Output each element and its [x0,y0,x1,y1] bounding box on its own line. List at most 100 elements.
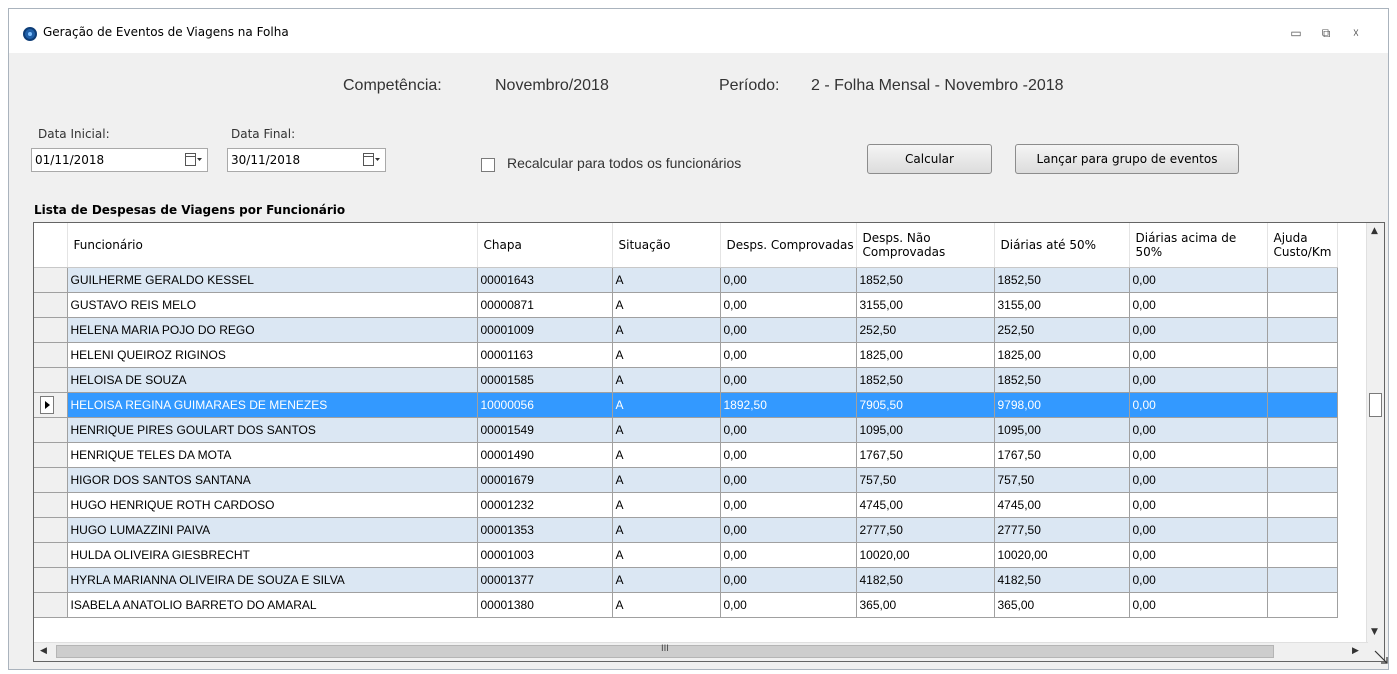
close-button[interactable]: ☓ [1345,23,1367,43]
table-cell[interactable] [1267,317,1338,343]
table-cell[interactable]: 00001549 [477,417,613,443]
table-cell[interactable]: 00001377 [477,567,613,593]
table-cell[interactable] [1267,542,1338,568]
table-cell[interactable] [1267,492,1338,518]
table-cell[interactable]: 1825,00 [856,342,995,368]
table-row[interactable]: HELOISA REGINA GUIMARAES DE MENEZES 10000… [34,392,1338,418]
table-cell[interactable]: 0,00 [720,567,857,593]
table-cell[interactable]: 00001232 [477,492,613,518]
table-cell[interactable]: 0,00 [1129,492,1268,518]
table-cell[interactable]: 10020,00 [856,542,995,568]
row-header[interactable] [34,592,68,618]
table-cell[interactable]: 1852,50 [856,367,995,393]
table-cell[interactable]: A [612,542,721,568]
table-cell[interactable]: 0,00 [720,592,857,618]
table-cell[interactable]: 0,00 [1129,442,1268,468]
table-cell[interactable]: 0,00 [720,467,857,493]
table-cell[interactable]: 1095,00 [856,417,995,443]
table-cell[interactable] [1267,367,1338,393]
table-cell[interactable]: 0,00 [720,492,857,518]
table-cell[interactable]: 1852,50 [994,267,1130,293]
calendar-dropdown-icon[interactable] [363,153,381,167]
recalcular-checkbox[interactable] [481,158,495,172]
table-cell[interactable]: A [612,592,721,618]
table-cell[interactable]: 0,00 [720,542,857,568]
table-cell[interactable]: A [612,467,721,493]
table-cell[interactable]: GUILHERME GERALDO KESSEL [67,267,478,293]
table-cell[interactable] [1267,342,1338,368]
table-cell[interactable] [1267,267,1338,293]
table-cell[interactable]: A [612,492,721,518]
table-cell[interactable]: 1852,50 [856,267,995,293]
table-cell[interactable]: 0,00 [720,442,857,468]
table-row[interactable]: HUGO HENRIQUE ROTH CARDOSO 00001232 A 0,00 4… [34,492,1338,518]
table-row[interactable]: HYRLA MARIANNA OLIVEIRA DE SOUZA E SILVA… [34,567,1338,593]
table-cell[interactable]: HELENI QUEIROZ RIGINOS [67,342,478,368]
table-cell[interactable]: 0,00 [720,317,857,343]
table-cell[interactable]: 10020,00 [994,542,1130,568]
column-header[interactable]: Situação [612,223,721,268]
row-header[interactable] [34,542,68,568]
table-cell[interactable] [1267,442,1338,468]
table-cell[interactable]: 00001009 [477,317,613,343]
row-header[interactable] [34,517,68,543]
table-cell[interactable]: HELOISA REGINA GUIMARAES DE MENEZES [67,392,478,418]
table-cell[interactable]: 2777,50 [856,517,995,543]
table-cell[interactable]: HUGO HENRIQUE ROTH CARDOSO [67,492,478,518]
table-cell[interactable]: ISABELA ANATOLIO BARRETO DO AMARAL [67,592,478,618]
calcular-button[interactable]: Calcular [867,144,992,174]
table-cell[interactable]: 00001163 [477,342,613,368]
table-cell[interactable] [1267,292,1338,318]
table-cell[interactable]: HENRIQUE TELES DA MOTA [67,442,478,468]
lancar-grupo-eventos-button[interactable]: Lançar para grupo de eventos [1015,144,1239,174]
table-cell[interactable]: 0,00 [1129,567,1268,593]
table-cell[interactable]: HYRLA MARIANNA OLIVEIRA DE SOUZA E SILVA [67,567,478,593]
row-header[interactable] [34,317,68,343]
table-cell[interactable]: 757,50 [994,467,1130,493]
horizontal-scrollbar[interactable]: ◀ III ▶ [34,642,1368,661]
table-row[interactable]: HIGOR DOS SANTOS SANTANA 00001679 A 0,00 757… [34,467,1338,493]
table-cell[interactable]: A [612,342,721,368]
table-cell[interactable]: 4745,00 [994,492,1130,518]
row-header[interactable] [34,567,68,593]
table-cell[interactable]: 0,00 [720,417,857,443]
table-cell[interactable]: HUGO LUMAZZINI PAIVA [67,517,478,543]
column-header[interactable]: Chapa [477,223,613,268]
table-cell[interactable]: 0,00 [1129,392,1268,418]
row-header[interactable] [34,417,68,443]
data-final-picker[interactable]: 30/11/2018 [227,148,386,172]
scroll-down-icon[interactable]: ▼ [1371,627,1378,637]
table-cell[interactable]: 0,00 [1129,342,1268,368]
column-header[interactable]: Diárias até 50% [994,223,1130,268]
column-header[interactable]: Diárias acima de 50% [1129,223,1268,268]
table-cell[interactable]: 0,00 [1129,467,1268,493]
horizontal-scroll-thumb[interactable]: III [56,644,1274,658]
table-cell[interactable]: A [612,417,721,443]
recalcular-label[interactable]: Recalcular para todos os funcionários [507,155,741,171]
table-cell[interactable]: 252,50 [994,317,1130,343]
table-cell[interactable]: 00001380 [477,592,613,618]
table-cell[interactable]: 365,00 [994,592,1130,618]
row-header[interactable] [34,492,68,518]
table-cell[interactable] [1267,517,1338,543]
table-cell[interactable]: A [612,367,721,393]
table-cell[interactable]: 0,00 [1129,417,1268,443]
table-cell[interactable]: 4745,00 [856,492,995,518]
row-header[interactable] [34,292,68,318]
table-cell[interactable]: 7905,50 [856,392,995,418]
table-cell[interactable]: A [612,317,721,343]
table-cell[interactable]: 00001643 [477,267,613,293]
table-cell[interactable]: HELOISA DE SOUZA [67,367,478,393]
table-cell[interactable]: HULDA OLIVEIRA GIESBRECHT [67,542,478,568]
table-row[interactable]: HENRIQUE TELES DA MOTA 00001490 A 0,00 1767,… [34,442,1338,468]
table-cell[interactable]: 0,00 [720,267,857,293]
table-cell[interactable]: HENRIQUE PIRES GOULART DOS SANTOS [67,417,478,443]
table-cell[interactable]: A [612,292,721,318]
table-row[interactable]: GUSTAVO REIS MELO 00000871 A 0,00 3155,00 315… [34,292,1338,318]
data-inicial-picker[interactable]: 01/11/2018 [31,148,208,172]
table-cell[interactable]: 00001353 [477,517,613,543]
table-cell[interactable]: 0,00 [1129,542,1268,568]
table-cell[interactable]: GUSTAVO REIS MELO [67,292,478,318]
table-cell[interactable]: 0,00 [1129,292,1268,318]
row-header[interactable] [34,467,68,493]
